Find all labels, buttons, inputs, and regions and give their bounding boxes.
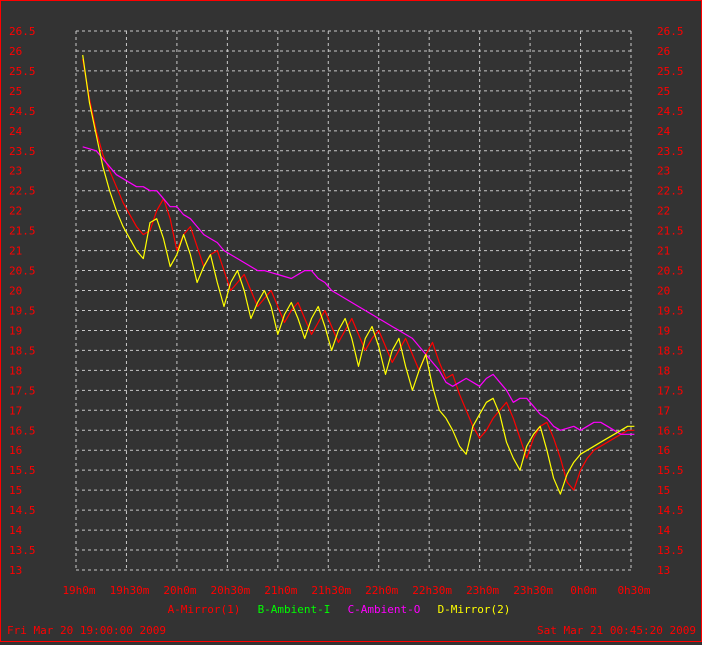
- y-tick-label-left: 23: [9, 165, 22, 178]
- y-tick-label-left: 24: [9, 125, 23, 138]
- y-tick-label-right: 26.5: [657, 25, 684, 38]
- y-tick-label-right: 18.5: [657, 344, 684, 357]
- y-tick-label-left: 22.5: [9, 185, 36, 198]
- y-tick-label-left: 19: [9, 324, 22, 337]
- y-tick-label-left: 20.5: [9, 265, 36, 278]
- y-tick-label-right: 20.5: [657, 265, 684, 278]
- y-tick-label-right: 22: [657, 205, 670, 218]
- y-tick-label-left: 26: [9, 45, 22, 58]
- y-tick-label-left: 13.5: [9, 544, 36, 557]
- y-tick-label-right: 14: [657, 524, 671, 537]
- y-tick-label-right: 19.5: [657, 304, 684, 317]
- y-axis-left: 13 13.5 14 14.5 15 15.5 16 16.5 17 17.5 18 18.5 19 19…: [9, 25, 36, 577]
- y-tick-label-left: 26.5: [9, 25, 36, 38]
- x-tick-label: 20h0m: [163, 584, 196, 597]
- legend-entry: B-Ambient-I: [258, 603, 331, 616]
- y-tick-label-right: 17.5: [657, 384, 684, 397]
- y-tick-label-left: 24.5: [9, 105, 36, 118]
- x-tick-label: 0h30m: [617, 584, 650, 597]
- y-tick-label-right: 23: [657, 165, 670, 178]
- y-tick-label-left: 18: [9, 364, 22, 377]
- y-tick-label-left: 19.5: [9, 304, 36, 317]
- y-tick-label-right: 19: [657, 324, 670, 337]
- y-tick-label-right: 17: [657, 404, 670, 417]
- series-line-a-mirror-1-: [82, 58, 635, 491]
- legend: A-Mirror(1) B-Ambient-I C-Ambient-O D-Mirro…: [168, 603, 511, 616]
- y-tick-label-left: 15.5: [9, 464, 36, 477]
- grid: [75, 30, 632, 571]
- y-tick-label-left: 18.5: [9, 344, 36, 357]
- legend-entry: D-Mirror(2): [438, 603, 511, 616]
- chart-frame: 13 13.5 14 14.5 15 15.5 16 16.5 17 17.5 18 18.5 19 19…: [0, 0, 702, 642]
- y-tick-label-right: 15: [657, 484, 670, 497]
- y-tick-label-right: 16.5: [657, 424, 684, 437]
- y-tick-label-left: 25.5: [9, 65, 36, 78]
- y-tick-label-right: 25: [657, 85, 670, 98]
- y-tick-label-left: 16: [9, 444, 22, 457]
- x-tick-label: 19h30m: [110, 584, 150, 597]
- y-tick-label-left: 14: [9, 524, 23, 537]
- legend-entry: A-Mirror(1): [168, 603, 241, 616]
- y-tick-label-left: 13: [9, 564, 22, 577]
- temperature-chart: 13 13.5 14 14.5 15 15.5 16 16.5 17 17.5 18 18.5 19 19…: [7, 25, 696, 637]
- legend-entry: C-Ambient-O: [348, 603, 421, 616]
- y-tick-label-left: 25: [9, 85, 22, 98]
- y-tick-label-left: 17: [9, 404, 22, 417]
- y-tick-label-left: 16.5: [9, 424, 36, 437]
- series-lines: [82, 54, 635, 495]
- y-tick-label-right: 16: [657, 444, 670, 457]
- y-tick-label-right: 23.5: [657, 145, 684, 158]
- x-tick-label: 22h30m: [412, 584, 452, 597]
- y-tick-label-right: 22.5: [657, 185, 684, 198]
- y-tick-label-left: 22: [9, 205, 22, 218]
- start-time-label: Fri Mar 20 19:00:00 2009: [7, 624, 166, 637]
- x-tick-label: 21h30m: [311, 584, 351, 597]
- series-line-d-mirror-2-: [82, 54, 635, 495]
- y-tick-label-right: 13.5: [657, 544, 684, 557]
- y-tick-label-left: 15: [9, 484, 22, 497]
- y-tick-label-right: 24.5: [657, 105, 684, 118]
- y-tick-label-right: 14.5: [657, 504, 684, 517]
- y-tick-label-left: 21.5: [9, 225, 36, 238]
- y-tick-label-left: 20: [9, 285, 22, 298]
- y-tick-label-right: 25.5: [657, 65, 684, 78]
- x-tick-label: 20h30m: [210, 584, 250, 597]
- y-tick-label-right: 26: [657, 45, 670, 58]
- x-tick-label: 22h0m: [365, 584, 398, 597]
- x-axis: 19h0m 19h30m 20h0m 20h30m 21h0m 21h30m 22h0m 22…: [62, 584, 650, 597]
- x-tick-label: 23h30m: [513, 584, 553, 597]
- y-tick-label-left: 23.5: [9, 145, 36, 158]
- y-tick-label-left: 21: [9, 245, 22, 258]
- x-tick-label: 21h0m: [264, 584, 297, 597]
- y-tick-label-right: 15.5: [657, 464, 684, 477]
- y-tick-label-left: 17.5: [9, 384, 36, 397]
- y-tick-label-right: 13: [657, 564, 670, 577]
- end-time-label: Sat Mar 21 00:45:20 2009: [537, 624, 696, 637]
- x-tick-label: 0h0m: [570, 584, 597, 597]
- y-tick-label-left: 14.5: [9, 504, 36, 517]
- x-tick-label: 23h0m: [466, 584, 499, 597]
- y-tick-label-right: 21: [657, 245, 670, 258]
- y-tick-label-right: 20: [657, 285, 670, 298]
- y-tick-label-right: 24: [657, 125, 671, 138]
- y-tick-label-right: 21.5: [657, 225, 684, 238]
- y-axis-right: 13 13.5 14 14.5 15 15.5 16 16.5 17 17.5 18 18.5 19 19…: [657, 25, 684, 577]
- y-tick-label-right: 18: [657, 364, 670, 377]
- x-tick-label: 19h0m: [62, 584, 95, 597]
